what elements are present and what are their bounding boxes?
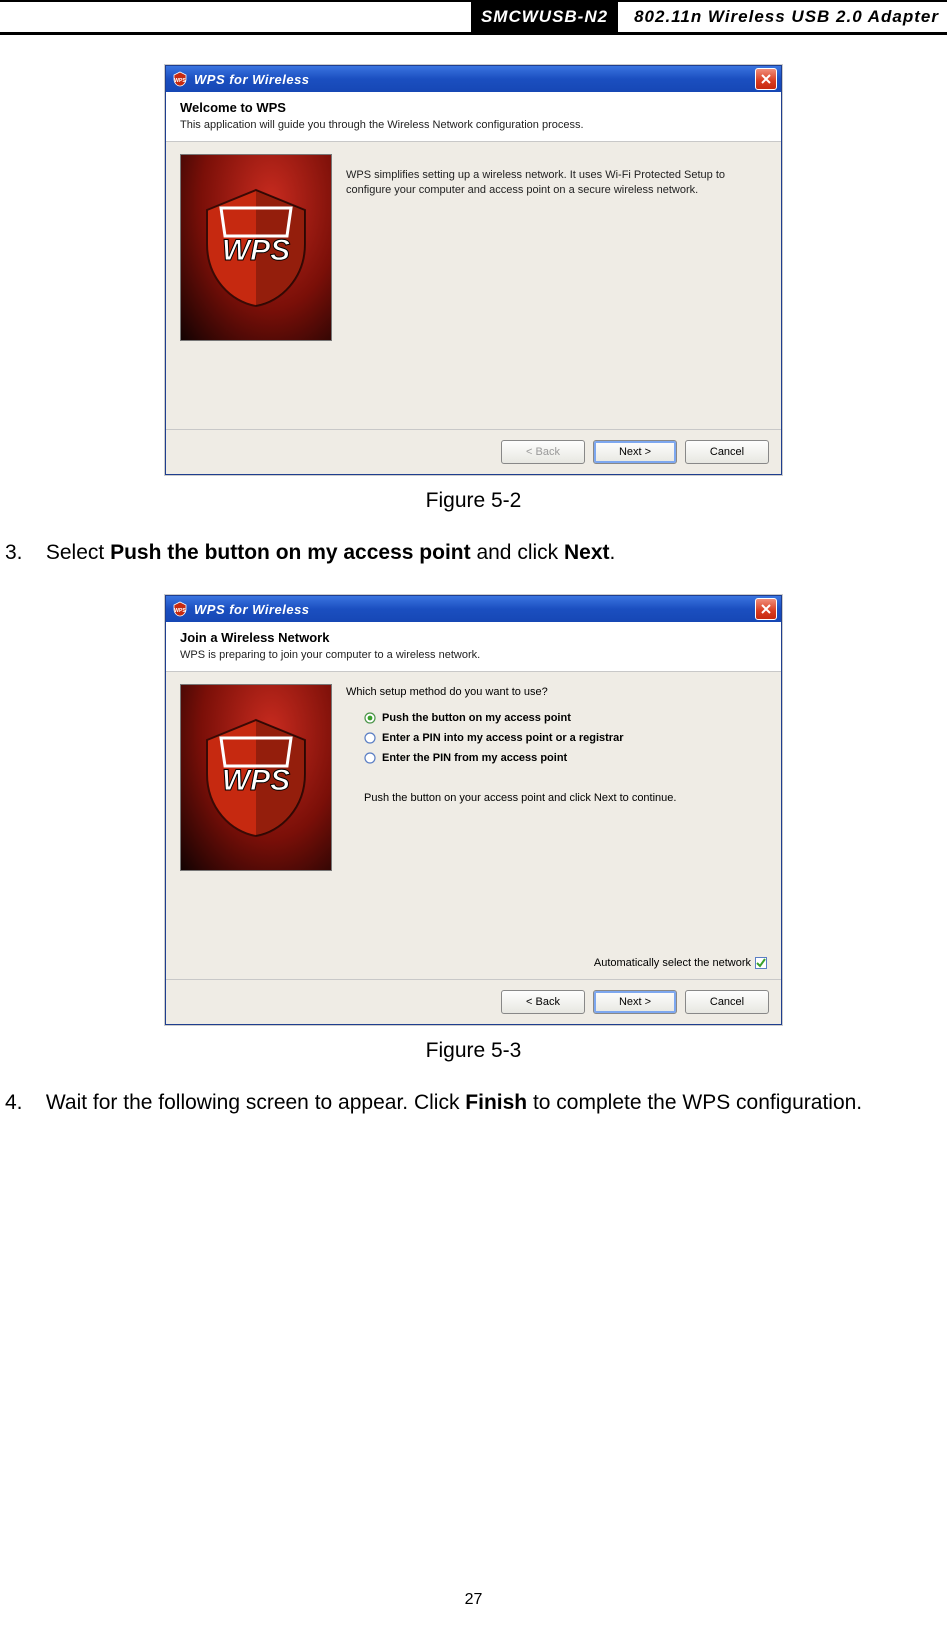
wps-shield-icon: WPS: [201, 718, 311, 838]
close-button[interactable]: [755, 598, 777, 620]
header-model: SMCWUSB-N2: [471, 2, 618, 32]
titlebar[interactable]: WPS WPS for Wireless: [166, 596, 781, 622]
radio-unselected-icon: [364, 752, 376, 764]
instruction-text: Push the button on your access point and…: [364, 792, 767, 804]
welcome-body-text: WPS simplifies setting up a wireless net…: [346, 154, 767, 198]
close-icon: [761, 604, 771, 614]
wps-app-icon: WPS: [172, 601, 188, 617]
option-push-button[interactable]: Push the button on my access point: [364, 712, 767, 724]
dialog-footer: < Back Next > Cancel: [166, 429, 781, 474]
radio-selected-icon: [364, 712, 376, 724]
close-icon: [761, 74, 771, 84]
svg-text:WPS: WPS: [222, 234, 290, 267]
figure-caption-2: Figure 5-3: [426, 1039, 522, 1063]
svg-text:WPS: WPS: [174, 78, 186, 84]
checkbox-checked-icon: [755, 957, 767, 969]
wps-app-icon: WPS: [172, 71, 188, 87]
wps-badge-image: WPS: [180, 154, 332, 341]
step-4-text: 4. Wait for the following screen to appe…: [0, 1091, 947, 1115]
option-label: Enter the PIN from my access point: [382, 752, 567, 764]
option-enter-pin-from-ap[interactable]: Enter the PIN from my access point: [364, 752, 767, 764]
next-button[interactable]: Next >: [593, 990, 677, 1014]
page-header: SMCWUSB-N2 802.11n Wireless USB 2.0 Adap…: [0, 0, 947, 35]
titlebar-text: WPS for Wireless: [194, 72, 755, 87]
next-button[interactable]: Next >: [593, 440, 677, 464]
banner: Welcome to WPS This application will gui…: [166, 92, 781, 142]
close-button[interactable]: [755, 68, 777, 90]
auto-select-row[interactable]: Automatically select the network: [594, 957, 767, 969]
wps-badge-image: WPS: [180, 684, 332, 871]
wps-shield-icon: WPS: [201, 188, 311, 308]
svg-text:WPS: WPS: [222, 764, 290, 797]
banner-subtitle: This application will guide you through …: [180, 119, 767, 131]
option-label: Push the button on my access point: [382, 712, 571, 724]
cancel-button[interactable]: Cancel: [685, 990, 769, 1014]
banner-title: Join a Wireless Network: [180, 630, 767, 645]
wps-welcome-dialog: WPS WPS for Wireless Welcome to WPS This…: [165, 65, 782, 475]
back-button[interactable]: < Back: [501, 990, 585, 1014]
setup-method-question: Which setup method do you want to use?: [346, 686, 767, 698]
dialog-footer: < Back Next > Cancel: [166, 979, 781, 1024]
svg-text:WPS: WPS: [174, 608, 186, 614]
dialog-body: WPS WPS simplifies setting up a wireless…: [166, 142, 781, 429]
banner-subtitle: WPS is preparing to join your computer t…: [180, 649, 767, 661]
option-enter-pin-ap[interactable]: Enter a PIN into my access point or a re…: [364, 732, 767, 744]
figure-caption-1: Figure 5-2: [426, 489, 522, 513]
cancel-button[interactable]: Cancel: [685, 440, 769, 464]
page-number: 27: [0, 1591, 947, 1609]
titlebar-text: WPS for Wireless: [194, 602, 755, 617]
step-num: 3.: [5, 541, 23, 564]
wps-join-dialog: WPS WPS for Wireless Join a Wireless Net…: [165, 595, 782, 1025]
banner-title: Welcome to WPS: [180, 100, 767, 115]
radio-unselected-icon: [364, 732, 376, 744]
step-3-text: 3. Select Push the button on my access p…: [0, 541, 947, 565]
titlebar[interactable]: WPS WPS for Wireless: [166, 66, 781, 92]
banner: Join a Wireless Network WPS is preparing…: [166, 622, 781, 672]
header-description: 802.11n Wireless USB 2.0 Adapter: [618, 2, 947, 32]
step-num: 4.: [5, 1091, 23, 1114]
option-label: Enter a PIN into my access point or a re…: [382, 732, 623, 744]
back-button: < Back: [501, 440, 585, 464]
dialog-body: WPS Which setup method do you want to us…: [166, 672, 781, 979]
auto-select-label: Automatically select the network: [594, 957, 751, 969]
